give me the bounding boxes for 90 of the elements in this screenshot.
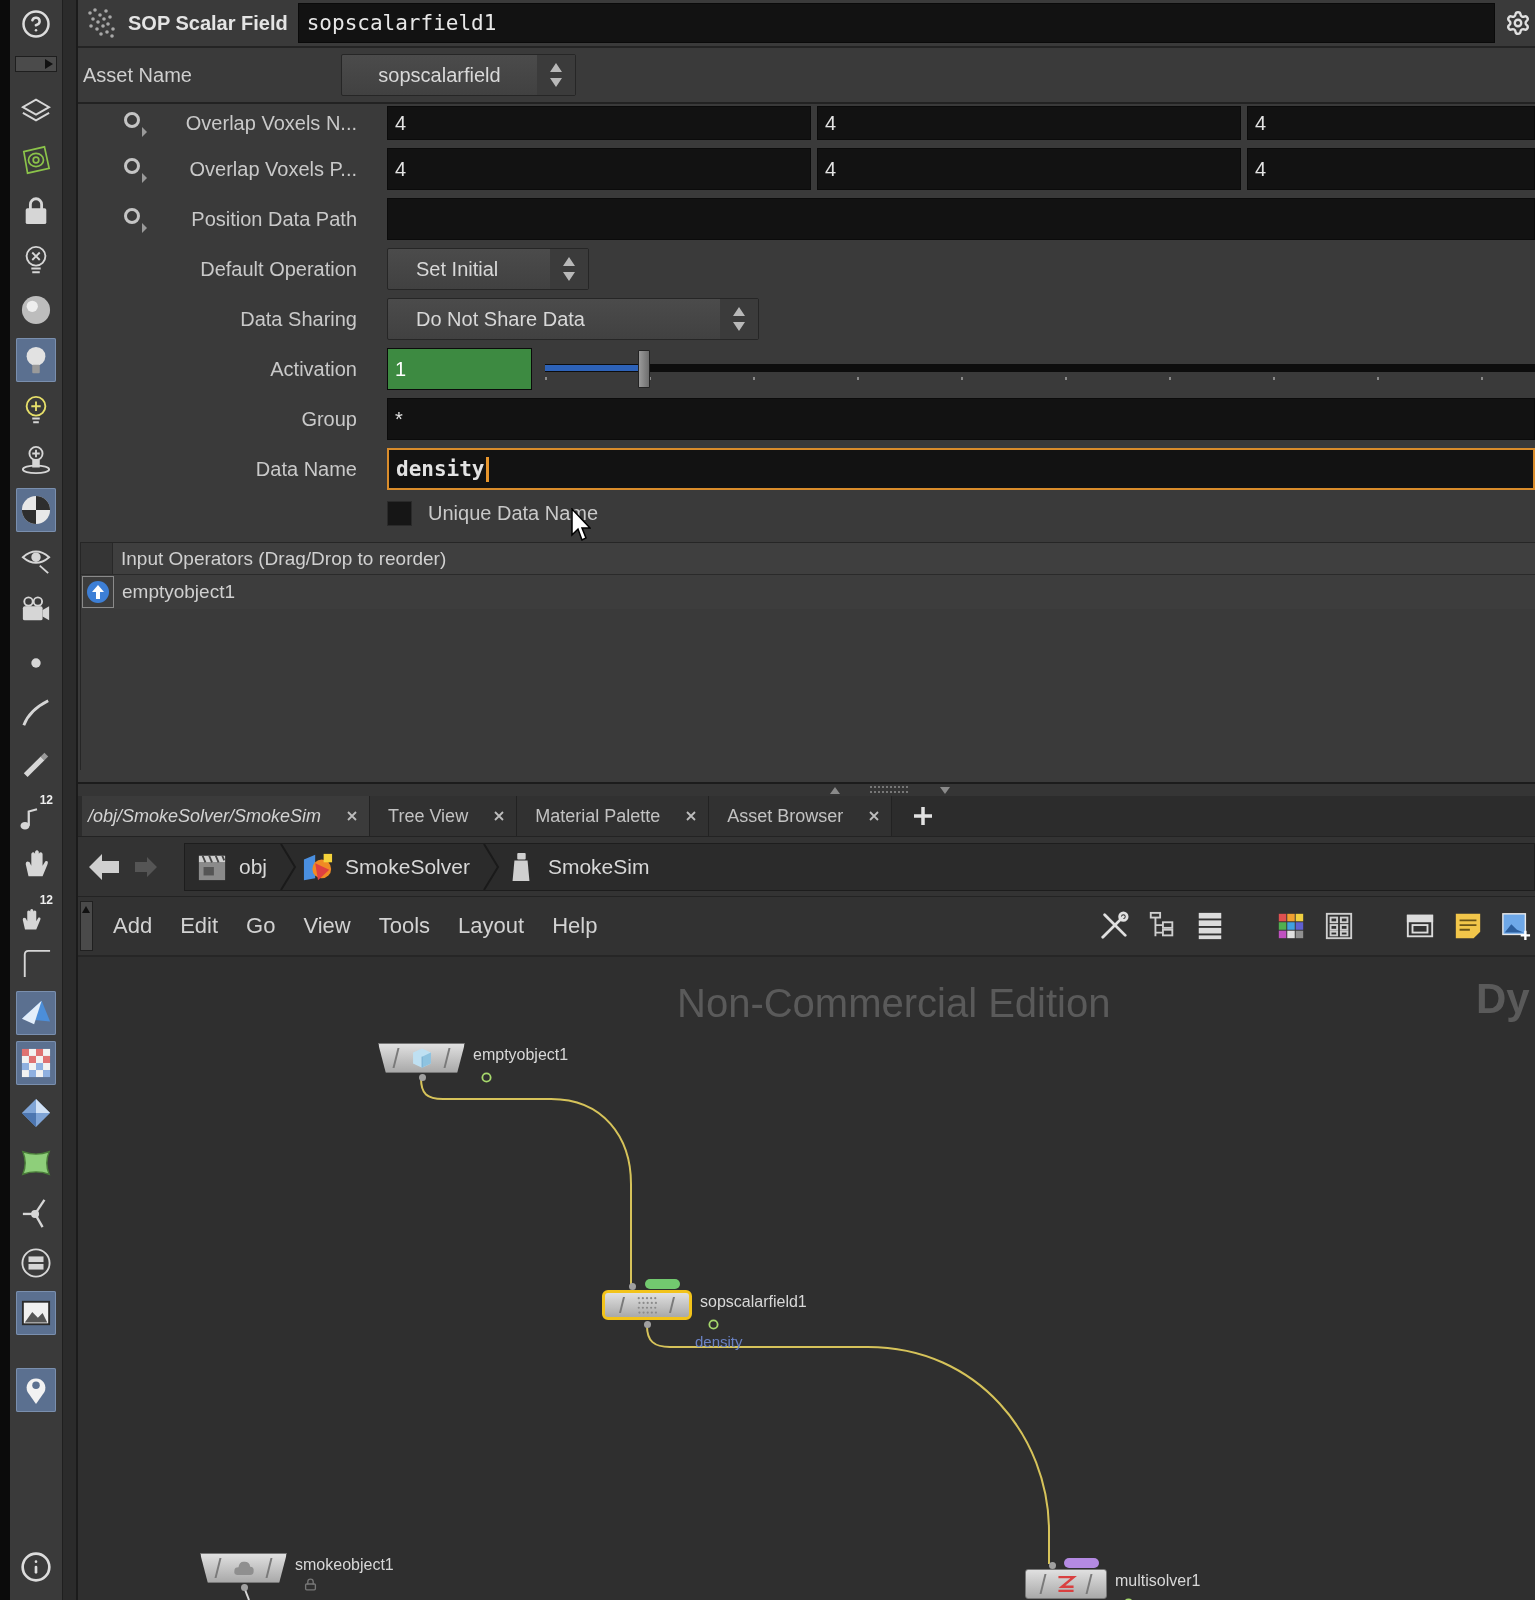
tools-icon[interactable] bbox=[1099, 911, 1129, 941]
slider-thumb[interactable] bbox=[638, 350, 650, 388]
tab[interactable]: Tree View bbox=[370, 796, 518, 836]
port-icon bbox=[629, 1283, 636, 1290]
node-label: multisolver1 bbox=[1115, 1572, 1201, 1590]
breadcrumb[interactable]: SmokeSim bbox=[499, 843, 662, 890]
menu-item[interactable]: Add bbox=[99, 906, 167, 946]
solver-node[interactable] bbox=[602, 1290, 692, 1320]
port-icon bbox=[644, 1321, 651, 1328]
node-label: smokeobject1 bbox=[295, 1556, 394, 1574]
tool-button[interactable]: 12 bbox=[16, 891, 56, 935]
node-name-field[interactable]: sopscalarfield1 bbox=[297, 3, 1495, 43]
number-field[interactable]: 4 bbox=[1247, 106, 1535, 140]
text-field[interactable] bbox=[387, 198, 1535, 240]
number-field[interactable]: 4 bbox=[1247, 148, 1535, 190]
image-plus-icon[interactable] bbox=[1501, 911, 1531, 941]
cube-icon bbox=[410, 1047, 433, 1069]
dropdown[interactable]: Set Initial bbox=[387, 248, 589, 290]
grid-icon[interactable] bbox=[1324, 911, 1354, 941]
spinner-arrows-icon bbox=[550, 249, 588, 289]
breadcrumb[interactable]: obj bbox=[191, 843, 280, 890]
tool-button[interactable]: 12 bbox=[16, 791, 56, 835]
node-label: emptyobject1 bbox=[473, 1046, 569, 1064]
tab[interactable]: /obj/SmokeSolver/SmokeSim bbox=[82, 796, 371, 836]
checkbox[interactable] bbox=[387, 500, 412, 526]
image-icon[interactable] bbox=[16, 1291, 56, 1335]
port-icon bbox=[241, 1584, 248, 1591]
triangle-down-icon bbox=[940, 786, 950, 794]
plane-icon[interactable] bbox=[16, 991, 56, 1035]
param-label: Overlap Voxels N... bbox=[185, 111, 357, 135]
object-node[interactable] bbox=[378, 1043, 465, 1073]
port-icon bbox=[419, 1074, 426, 1081]
pane-handle[interactable] bbox=[80, 901, 93, 951]
dropdown[interactable]: sopscalarfield bbox=[341, 54, 576, 96]
back-arrow-icon[interactable] bbox=[88, 852, 120, 881]
display-flag[interactable] bbox=[1064, 1558, 1099, 1568]
tab[interactable]: Asset Browser bbox=[709, 796, 893, 836]
spinner-arrows-icon bbox=[720, 299, 758, 339]
object-node[interactable] bbox=[200, 1553, 287, 1583]
close-icon[interactable] bbox=[494, 811, 505, 821]
column-header: Input Operators (Drag/Drop to reorder) bbox=[113, 543, 1535, 574]
menu-item[interactable]: View bbox=[289, 906, 365, 946]
breadcrumb[interactable]: SmokeSolver bbox=[297, 843, 482, 890]
node-label: sopscalarfield1 bbox=[700, 1293, 807, 1311]
solver-node[interactable] bbox=[1025, 1569, 1107, 1599]
info-icon[interactable] bbox=[20, 1551, 52, 1583]
close-icon[interactable] bbox=[347, 811, 358, 821]
dropdown[interactable]: Do Not Share Data bbox=[387, 298, 759, 340]
shapes-icon bbox=[303, 851, 334, 882]
dots-icon bbox=[636, 1294, 658, 1316]
help-icon[interactable] bbox=[21, 9, 51, 39]
param-label: Activation bbox=[270, 357, 357, 381]
menu-item[interactable]: Layout bbox=[444, 906, 539, 946]
text-field[interactable]: * bbox=[387, 398, 1535, 440]
bulb-icon[interactable] bbox=[16, 338, 56, 382]
close-icon[interactable] bbox=[869, 811, 880, 821]
triangle-up-icon bbox=[830, 786, 840, 794]
port-icon bbox=[1049, 1562, 1056, 1569]
param-label: Group bbox=[301, 407, 357, 431]
menu-item[interactable]: Help bbox=[538, 906, 612, 946]
menu-item[interactable]: Tools bbox=[364, 906, 445, 946]
menu-item[interactable]: Edit bbox=[166, 906, 233, 946]
grip-icon bbox=[870, 786, 910, 794]
param-label: Position Data Path bbox=[191, 207, 357, 231]
pin-icon[interactable] bbox=[16, 1368, 56, 1412]
node-type-title: SOP Scalar Field bbox=[128, 11, 288, 35]
checker-icon[interactable] bbox=[16, 1041, 56, 1085]
param-label: Default Operation bbox=[200, 257, 357, 281]
asset-name-label: Asset Name bbox=[83, 63, 193, 87]
plus-icon[interactable] bbox=[914, 807, 933, 825]
sticky-note-icon[interactable] bbox=[1453, 911, 1483, 941]
param-label: Overlap Voxels P... bbox=[189, 157, 357, 181]
param-label: Data Sharing bbox=[240, 307, 357, 331]
output-label: density bbox=[695, 1333, 743, 1350]
number-field[interactable]: 1 bbox=[387, 348, 532, 390]
text-field[interactable]: density bbox=[387, 448, 1535, 490]
param-label: Data Name bbox=[255, 457, 357, 481]
zigzag-icon bbox=[1055, 1573, 1077, 1595]
tab[interactable]: Material Palette bbox=[517, 796, 710, 836]
menu-item[interactable]: Go bbox=[232, 906, 290, 946]
number-field[interactable]: 4 bbox=[387, 148, 811, 190]
close-icon[interactable] bbox=[686, 811, 697, 821]
gear-icon[interactable] bbox=[1505, 10, 1531, 36]
number-field[interactable]: 4 bbox=[387, 106, 811, 140]
number-field[interactable]: 4 bbox=[817, 148, 1241, 190]
display-flag[interactable] bbox=[645, 1279, 680, 1289]
sparkle-dots-icon bbox=[86, 7, 118, 39]
spinner-arrows-icon bbox=[537, 55, 575, 95]
number-field[interactable]: 4 bbox=[817, 106, 1241, 140]
color-grid-icon[interactable] bbox=[1276, 911, 1306, 941]
